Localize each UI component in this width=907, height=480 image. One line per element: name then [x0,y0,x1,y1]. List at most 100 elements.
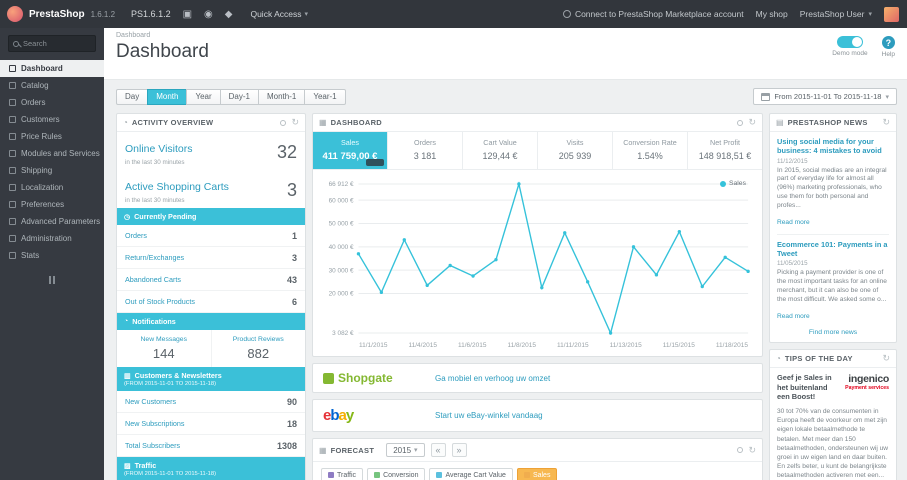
sidebar-item-shipping[interactable]: Shipping [0,162,104,179]
pending-row-out-of-stock[interactable]: Out of Stock Products 6 [117,291,305,313]
avatar[interactable] [884,6,899,22]
marketplace-connect-link[interactable]: Connect to PrestaShop Marketplace accoun… [562,9,744,19]
notifications-header: ◔ Notifications [117,313,305,330]
news-article: Ecommerce 101: Payments in a Tweet 11/05… [777,240,889,323]
product-reviews-stat[interactable]: Product Reviews 882 [210,330,306,367]
customers-notification-icon[interactable]: ◉ [204,9,213,20]
forecast-legend-traffic[interactable]: Traffic [321,468,364,480]
forecast-prev-button[interactable]: « [430,443,446,457]
sidebar-item-customers[interactable]: Customers [0,111,104,128]
customers-row-total-subscribers[interactable]: Total Subscribers 1308 [117,435,305,457]
news-article-excerpt: In 2015, social medias are an integral p… [777,166,887,210]
sidebar-item-preferences[interactable]: Preferences [0,196,104,213]
traffic-section-icon: ▨ [124,462,131,470]
sidebar-item-advanced-parameters[interactable]: Advanced Parameters [0,213,104,230]
tips-heading: Geef je Sales in het buitenland een Boos… [777,373,832,402]
news-article-excerpt: Picking a payment provider is one of the… [777,269,887,304]
sidebar-item-label: Localization [21,183,64,192]
tab-month[interactable]: Month [147,88,188,105]
sidebar-item-administration[interactable]: Administration [0,230,104,247]
my-shop-link[interactable]: My shop [756,9,788,19]
gear-icon[interactable] [280,119,287,126]
prestashop-logo[interactable] [7,6,23,22]
refresh-icon[interactable]: ↻ [882,118,890,127]
kpi-orders[interactable]: Orders 3 181 [387,132,462,169]
quick-access-menu[interactable]: Quick Access ▾ [250,9,308,19]
x-tick: 11/11/2015 [557,342,589,349]
date-range-picker[interactable]: From 2015-11-01 To 2015-11-18 ▾ [753,88,897,105]
prestashop-news-panel: ▤ PRESTASHOP NEWS ↻ Using social media f… [769,113,897,344]
forecast-legend-sales[interactable]: Sales [516,468,558,480]
sidebar-item-dashboard[interactable]: Dashboard [0,60,104,77]
news-article-link[interactable]: Ecommerce 101: Payments in a Tweet [777,240,889,259]
active-carts-link[interactable]: Active Shopping Carts [125,181,229,193]
svg-text:66 912 €: 66 912 € [329,181,354,188]
sidebar-item-localization[interactable]: Localization [0,179,104,196]
forecast-legend: Traffic Conversion Average Cart Value Sa… [313,462,762,480]
catalog-icon [9,82,16,89]
section-title: Currently Pending [134,212,197,221]
kpi-cart-value[interactable]: Cart Value 129,44 € [462,132,537,169]
topbar: PrestaShop 1.6.1.2 PS1.6.1.2 ▣ ◉ ◆ Quick… [0,0,907,28]
pending-row-abandoned-carts[interactable]: Abandoned Carts 43 [117,269,305,291]
gear-icon[interactable] [737,119,744,126]
refresh-icon[interactable]: ↻ [748,118,756,127]
messages-notification-icon[interactable]: ◆ [225,9,233,20]
pending-row-returns[interactable]: Return/Exchanges 3 [117,247,305,269]
sidebar-collapse-button[interactable] [42,276,62,284]
shop-name: PS1.6.1.2 [131,9,171,19]
refresh-icon[interactable]: ↻ [882,354,890,363]
refresh-icon[interactable]: ↻ [291,118,299,127]
administration-icon [9,235,16,242]
tab-year[interactable]: Year [186,88,221,105]
kpi-net-profit[interactable]: Net Profit 148 918,51 € [687,132,762,169]
demo-mode-toggle[interactable] [836,36,863,48]
sidebar-item-price-rules[interactable]: Price Rules [0,128,104,145]
news-article: Using social media for your business: 4 … [777,137,889,229]
ebay-link[interactable]: Start uw eBay-winkel vandaag [435,411,543,420]
sidebar-item-stats[interactable]: Stats [0,247,104,264]
chevron-down-icon: ▾ [868,11,872,18]
forecast-year-select[interactable]: 2015 ▾ [386,443,425,457]
kpi-sales[interactable]: Sales 411 759,00 € [313,132,387,169]
breadcrumb[interactable]: Dashboard [116,32,209,39]
news-article-link[interactable]: Using social media for your business: 4 … [777,137,889,156]
customers-row-new-customers[interactable]: New Customers 90 [117,391,305,413]
forecast-legend-average-cart-value[interactable]: Average Cart Value [429,468,513,480]
sidebar-search [8,35,96,52]
shopgate-logo-text: Shopgate [338,371,393,385]
pending-row-orders[interactable]: Orders 1 [117,225,305,247]
orders-notification-icon[interactable]: ▣ [183,9,192,20]
forecast-next-button[interactable]: » [451,443,467,457]
search-input[interactable] [23,39,91,48]
ebay-logo-text: ebay [323,407,354,424]
content-header: Dashboard Dashboard Demo mode ? Help [104,28,907,80]
new-messages-stat[interactable]: New Messages 144 [117,330,211,367]
help-icon[interactable]: ? [881,36,895,49]
kpi-row: Sales 411 759,00 € Orders 3 181 Cart Val… [313,132,762,170]
sidebar-item-orders[interactable]: Orders [0,94,104,111]
shopgate-link[interactable]: Ga mobiel en verhoog uw omzet [435,374,550,383]
kpi-visits[interactable]: Visits 205 939 [537,132,612,169]
read-more-link[interactable]: Read more [777,219,810,226]
sidebar-item-catalog[interactable]: Catalog [0,77,104,94]
tab-month-minus-1[interactable]: Month-1 [257,88,306,105]
refresh-icon[interactable]: ↻ [748,445,756,455]
read-more-link[interactable]: Read more [777,313,810,320]
forecast-legend-conversion[interactable]: Conversion [367,468,426,480]
chevron-down-icon: ▾ [885,93,889,101]
sidebar-item-modules-and-services[interactable]: Modules and Services [0,145,104,162]
find-more-news-link[interactable]: Find more news [809,329,857,336]
chart-legend[interactable]: Sales [719,180,746,187]
tab-day-minus-1[interactable]: Day-1 [219,88,259,105]
online-visitors-link[interactable]: Online Visitors [125,143,193,155]
user-menu[interactable]: PrestaShop User ▾ [800,9,872,19]
tab-year-minus-1[interactable]: Year-1 [304,88,346,105]
tab-day[interactable]: Day [116,88,149,105]
shopgate-logo: Shopgate [323,371,419,385]
stats-icon [9,252,16,259]
gear-icon[interactable] [737,447,744,453]
tips-body: 30 tot 70% van de consumenten in Europa … [777,407,889,480]
customers-row-new-subscriptions[interactable]: New Subscriptions 18 [117,413,305,435]
kpi-conversion-rate[interactable]: Conversion Rate 1.54% [612,132,687,169]
